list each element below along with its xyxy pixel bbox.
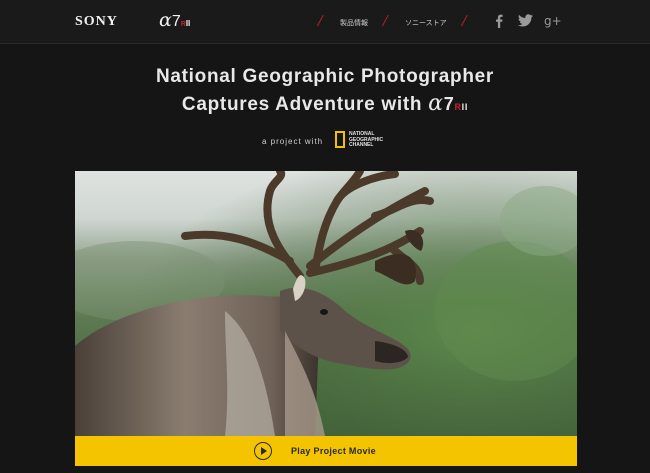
play-icon (254, 442, 272, 460)
hero-photo-reindeer (75, 171, 577, 436)
site-header: SONY α7RII / 製品情報 / ソニーストア / g+ (0, 0, 650, 44)
title-line-2: Captures Adventure with α7RII (181, 91, 469, 116)
alpha7rii-logo[interactable]: α7RII (159, 9, 190, 31)
sony-logo[interactable]: SONY (75, 14, 118, 30)
project-with-label: a project with (262, 137, 324, 146)
nav-divider: / (315, 13, 325, 30)
twitter-icon[interactable] (518, 14, 533, 30)
google-plus-icon[interactable]: g+ (544, 14, 562, 28)
page-title: National Geographic Photographer Capture… (0, 63, 650, 121)
title-line-1: National Geographic Photographer (155, 66, 495, 87)
nav-sony-store[interactable]: ソニーストア (405, 18, 447, 28)
play-project-movie-button[interactable]: Play Project Movie (75, 436, 577, 466)
ng-yellow-border-icon (335, 131, 345, 148)
nav-product-info[interactable]: 製品情報 (340, 18, 368, 28)
nav-divider: / (380, 13, 390, 30)
facebook-icon[interactable] (494, 14, 504, 31)
nav-divider: / (459, 13, 469, 30)
play-project-movie-label: Play Project Movie (291, 446, 376, 456)
